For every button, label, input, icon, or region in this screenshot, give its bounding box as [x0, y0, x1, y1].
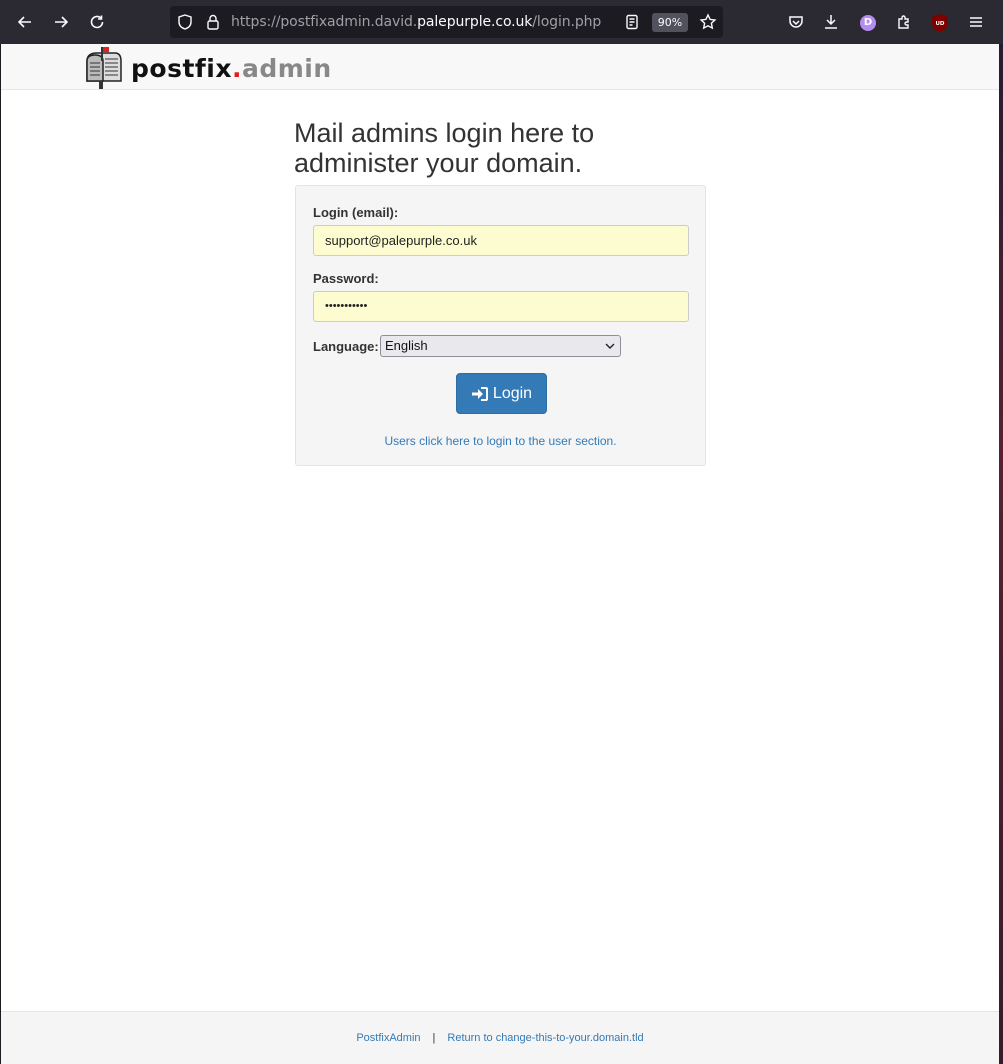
desktop-background-edge [999, 44, 1003, 1064]
back-icon[interactable] [11, 8, 39, 36]
page-viewport: postfix.admin Mail admins login here to … [1, 44, 999, 1064]
url-bar[interactable]: https://postfixadmin.david.palepurple.co… [170, 6, 723, 38]
logo-brand-main: postfix [131, 53, 232, 83]
login-email-label: Login (email): [313, 205, 399, 220]
login-email-input[interactable]: support@palepurple.co.uk [313, 225, 689, 256]
extensions-icon[interactable] [890, 8, 918, 36]
reload-icon[interactable] [83, 8, 111, 36]
tracking-shield-icon[interactable] [176, 13, 194, 31]
page-heading: Mail admins login here to administer you… [294, 118, 595, 178]
url-host: palepurple.co.uk [417, 14, 533, 30]
chevron-down-icon [605, 343, 615, 349]
footer-links: PostfixAdmin | Return to change-this-to-yo… [1, 1032, 999, 1044]
mailbox-icon [86, 47, 122, 89]
ublock-origin-icon[interactable]: UD [932, 14, 948, 32]
logo-wordmark: postfix.admin [131, 54, 332, 83]
postfixadmin-footer-link[interactable]: PostfixAdmin [356, 1032, 420, 1044]
browser-toolbar: https://postfixadmin.david.palepurple.co… [0, 0, 1003, 44]
app-menu-icon[interactable] [962, 8, 990, 36]
user-login-link[interactable]: Users click here to login to the user se… [296, 434, 705, 448]
ublock-label: UD [935, 21, 944, 27]
reader-view-icon[interactable] [623, 13, 641, 31]
url-path: /login.php [532, 14, 602, 30]
profile-avatar[interactable]: D [860, 15, 876, 31]
password-label: Password: [313, 271, 379, 286]
downloads-icon[interactable] [817, 8, 845, 36]
zoom-level-badge[interactable]: 90% [652, 13, 688, 32]
return-domain-link[interactable]: Return to change-this-to-your.domain.tld [447, 1032, 643, 1044]
pocket-icon[interactable] [782, 8, 810, 36]
language-label: Language: [313, 339, 379, 354]
postfixadmin-logo[interactable]: postfix.admin [81, 47, 332, 89]
sign-in-icon [471, 386, 488, 401]
logo-brand-admin: admin [241, 53, 332, 83]
password-input[interactable]: ••••••••••• [313, 291, 689, 322]
language-select[interactable]: English [380, 335, 621, 357]
forward-icon[interactable] [47, 8, 75, 36]
language-selected-value: English [385, 338, 428, 353]
bookmark-star-icon[interactable] [699, 13, 717, 31]
site-header: postfix.admin [1, 44, 999, 90]
url-text[interactable]: https://postfixadmin.david.palepurple.co… [231, 14, 601, 30]
logo-brand-dot: . [231, 53, 242, 83]
login-button-label: Login [492, 384, 533, 402]
footer-separator: | [432, 1032, 436, 1044]
url-prefix: https://postfixadmin.david. [231, 14, 418, 30]
lock-icon[interactable] [204, 13, 222, 31]
login-button[interactable]: Login [456, 373, 547, 414]
page-footer: PostfixAdmin | Return to change-this-to-yo… [1, 1011, 999, 1064]
login-form: Login (email): support@palepurple.co.uk … [295, 185, 706, 466]
